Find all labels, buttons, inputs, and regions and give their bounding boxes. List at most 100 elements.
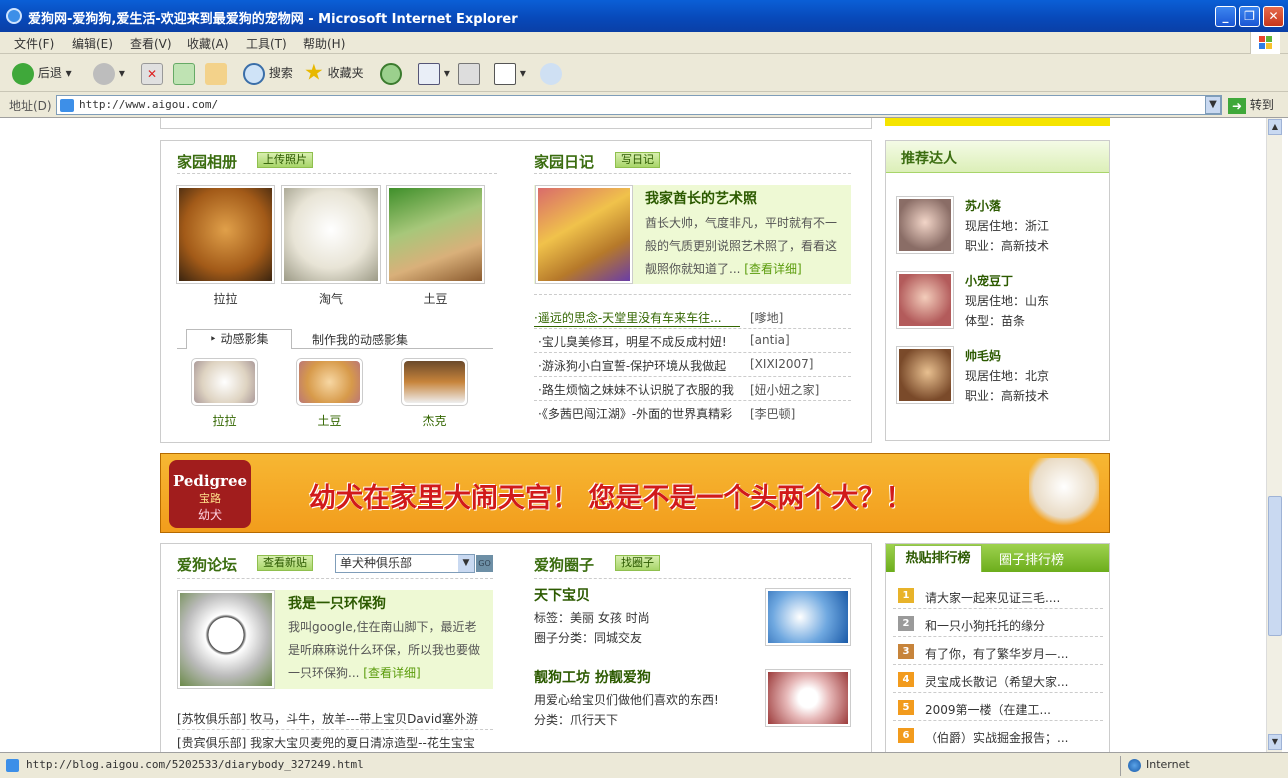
diary-author[interactable]: [antia] <box>750 333 790 347</box>
view-new-posts-button[interactable]: 查看新贴 <box>257 555 313 571</box>
prev-section-edge <box>160 118 872 129</box>
mail-button[interactable]: ▾ <box>418 61 450 85</box>
video-thumb-1[interactable] <box>191 358 258 406</box>
rank-item[interactable]: 请大家一起来见证三毛.... <box>925 589 1075 606</box>
video-thumb-2[interactable] <box>296 358 363 406</box>
album-photo-1[interactable] <box>176 185 275 284</box>
menu-favorites[interactable]: 收藏(A) <box>187 35 229 52</box>
tab-make-album[interactable]: 制作我的动感影集 <box>312 331 408 348</box>
forum-feature-title[interactable]: 我是一只环保狗 <box>288 593 386 613</box>
album-photo-3[interactable] <box>386 185 485 284</box>
rank-item[interactable]: 和一只小狗托托的缘分 <box>925 617 1075 634</box>
diary-photo[interactable] <box>535 185 633 284</box>
diary-author[interactable]: [XIXI2007] <box>750 357 813 371</box>
maximize-button[interactable]: ❐ <box>1239 6 1260 27</box>
back-button[interactable]: 后退 ▾ <box>12 61 72 85</box>
edit-button[interactable]: ▾ <box>494 61 526 85</box>
forum-item[interactable]: [贵宾俱乐部] 我家大宝贝麦兜的夏日清凉造型--花生宝宝 <box>177 734 493 751</box>
banner-text: 幼犬在家里大闹天宫！ 您是不是一个头两个大？！ <box>309 483 913 514</box>
tab-dynamic-album[interactable]: ‣ 动感影集 <box>186 329 292 349</box>
windows-logo-icon <box>1250 32 1280 54</box>
tab-circle-ranking[interactable]: 圈子排行榜 <box>999 549 1064 568</box>
write-diary-button[interactable]: 写日记 <box>615 152 660 168</box>
circle-name[interactable]: 靓狗工坊 扮靓爱狗 <box>534 667 651 687</box>
video-caption[interactable]: 杰克 <box>401 412 468 429</box>
diary-feature-title[interactable]: 我家酋长的艺术照 <box>645 188 757 208</box>
avatar[interactable] <box>896 346 954 404</box>
circle-name[interactable]: 天下宝贝 <box>534 585 590 605</box>
page-icon <box>60 99 74 112</box>
address-dropdown-icon[interactable]: ▼ <box>1205 96 1221 114</box>
rank-item[interactable]: 有了你，有了繁华岁月—... <box>925 645 1075 662</box>
go-button[interactable]: ➜ 转到 <box>1228 96 1274 114</box>
circle-info: 用爱心给宝贝们做他们喜欢的东西! <box>534 693 719 707</box>
diary-author[interactable]: [妞小妞之家] <box>750 381 819 398</box>
album-photo-2[interactable] <box>281 185 381 284</box>
person-name[interactable]: 小宠豆丁 <box>965 272 1013 289</box>
close-button[interactable]: ✕ <box>1263 6 1284 27</box>
title-bar: 爱狗网-爱狗狗,爱生活-欢迎来到最爱狗的宠物网 - Microsoft Inte… <box>0 0 1288 32</box>
yellow-strip <box>885 118 1110 126</box>
video-caption[interactable]: 土豆 <box>296 412 363 429</box>
forum-photo[interactable] <box>177 590 275 689</box>
forum-title: 爱狗论坛 <box>177 556 238 574</box>
favorites-button[interactable]: ★ 收藏夹 <box>304 61 364 85</box>
rank-item[interactable]: 2009第一楼（在建工... <box>925 701 1075 718</box>
person-info: 体型：苗条 <box>965 314 1026 328</box>
menu-help[interactable]: 帮助(H) <box>303 35 345 52</box>
club-select[interactable]: 单犬种俱乐部 ▼ <box>335 554 475 573</box>
messenger-button[interactable] <box>540 61 562 85</box>
photo-caption[interactable]: 淘气 <box>281 290 381 307</box>
video-caption[interactable]: 拉拉 <box>191 412 258 429</box>
circle-title: 爱狗圈子 <box>534 556 595 574</box>
ad-banner[interactable]: Pedigree 宝路 幼犬 幼犬在家里大闹天宫！ 您是不是一个头两个大？！ <box>160 453 1110 533</box>
search-button[interactable]: 搜索 <box>243 61 293 85</box>
scroll-thumb[interactable] <box>1268 496 1282 636</box>
scroll-up-icon[interactable]: ▲ <box>1268 119 1282 135</box>
diary-item[interactable]: ·遥远的思念-天堂里没有车来车往... <box>534 309 740 327</box>
vertical-scrollbar[interactable]: ▲ ▼ <box>1266 118 1282 752</box>
recommend-title: 推荐达人 <box>901 151 957 167</box>
club-go-button[interactable]: GO <box>476 555 493 572</box>
upload-photo-button[interactable]: 上传照片 <box>257 152 313 168</box>
menu-edit[interactable]: 编辑(E) <box>72 35 113 52</box>
scroll-down-icon[interactable]: ▼ <box>1268 734 1282 750</box>
circle-thumb[interactable] <box>765 588 851 646</box>
history-button[interactable] <box>380 61 402 85</box>
minimize-button[interactable]: _ <box>1215 6 1236 27</box>
photo-caption[interactable]: 拉拉 <box>176 290 275 307</box>
stop-button[interactable]: ✕ <box>141 61 163 85</box>
window-title: 爱狗网-爱狗狗,爱生活-欢迎来到最爱狗的宠物网 - Microsoft Inte… <box>28 12 518 27</box>
forum-more-link[interactable]: [查看详细] <box>363 666 420 680</box>
diary-more-link[interactable]: [查看详细] <box>744 262 801 276</box>
menu-view[interactable]: 查看(V) <box>130 35 172 52</box>
video-thumb-3[interactable] <box>401 358 468 406</box>
print-button[interactable] <box>458 61 480 85</box>
person-name[interactable]: 帅毛妈 <box>965 347 1001 364</box>
refresh-button[interactable] <box>173 61 195 85</box>
home-button[interactable] <box>205 61 227 85</box>
diary-author[interactable]: [嗲地] <box>750 309 783 326</box>
forward-button[interactable]: ▾ <box>93 61 125 85</box>
page-loading-icon <box>6 759 19 772</box>
forum-item[interactable]: [苏牧俱乐部] 牧马，斗牛，放羊---带上宝贝David塞外游 <box>177 710 493 727</box>
edit-icon <box>494 62 516 85</box>
diary-item[interactable]: ·游泳狗小白宣誓-保护环境从我做起 <box>538 357 744 374</box>
find-circle-button[interactable]: 找圈子 <box>615 555 660 571</box>
menu-file[interactable]: 文件(F) <box>14 35 54 52</box>
security-zone: Internet <box>1146 758 1190 771</box>
diary-item[interactable]: ·《多茜巴闯江湖》-外面的世界真精彩 <box>538 405 744 422</box>
tab-hot-posts[interactable]: 热贴排行榜 <box>894 545 982 572</box>
avatar[interactable] <box>896 271 954 329</box>
person-name[interactable]: 苏小落 <box>965 197 1001 214</box>
rank-item[interactable]: （伯爵）实战掘金报告；... <box>925 729 1075 746</box>
rank-item[interactable]: 灵宝成长散记（希望大家... <box>925 673 1075 690</box>
menu-tools[interactable]: 工具(T) <box>246 35 287 52</box>
avatar[interactable] <box>896 196 954 254</box>
diary-item[interactable]: ·路生烦恼之妹妹不认识脱了衣服的我 <box>538 381 744 398</box>
photo-caption[interactable]: 土豆 <box>386 290 485 307</box>
circle-thumb[interactable] <box>765 669 851 727</box>
diary-item[interactable]: ·宝儿臭美修耳，明星不成反成村妞! <box>538 333 744 350</box>
diary-author[interactable]: [李巴顿] <box>750 405 795 422</box>
address-input[interactable]: http://www.aigou.com/ <box>56 95 1222 115</box>
